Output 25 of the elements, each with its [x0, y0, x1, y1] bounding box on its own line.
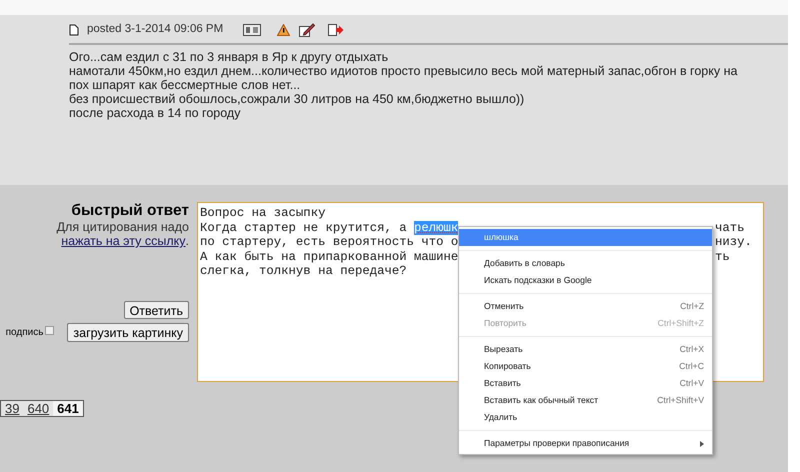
- post-text-line: Ого...сам ездил с 31 по 3 января в Яр к другу отдыхать: [69, 50, 388, 64]
- shortcut-text: Ctrl+X: [680, 342, 704, 356]
- period-text: .: [186, 234, 189, 248]
- editor-text-line: слегка, толкнув на передаче?: [200, 264, 407, 279]
- shortcut-text: Ctrl+C: [679, 360, 704, 373]
- post-text-line: пох шпарят как бессмертные слов нет...: [69, 78, 300, 92]
- shortcut-text: Ctrl+V: [680, 376, 704, 390]
- editor-text-line: по стартеру, есть вероятность что о: [200, 235, 458, 250]
- shortcut-text: Ctrl+Shift+Z: [658, 316, 704, 330]
- signature-label: подпись: [6, 326, 44, 340]
- editor-text-line: ть: [715, 250, 730, 264]
- editor-text-line: Когда стартер не крутится, а: [200, 220, 408, 236]
- quick-reply-title: быстрый ответ: [71, 202, 189, 220]
- shortcut-text: Ctrl+Z: [680, 300, 704, 313]
- editor-text-line: Вопрос на засыпку: [200, 206, 326, 221]
- post-text-line: после расхода в 14 по городу: [69, 106, 240, 120]
- post-text-line: намотали 450км,но ездил днем...количество идиотов просто превысило весь мой матерный запас,обгон в горку на: [69, 64, 738, 78]
- editor-text-line: чать: [715, 220, 745, 236]
- post-date: posted 3-1-2014 09:06 PM: [87, 22, 224, 38]
- editor-text-line: низу.: [715, 235, 752, 250]
- selected-word: релюшк: [414, 220, 458, 236]
- post-text-line: без происшествий обошлось,сожрали 30 литров на 450 км,бюджетно вышло)): [69, 92, 524, 106]
- editor-text-line: А как быть на припаркованной машине: [200, 250, 458, 264]
- shortcut-text: Ctrl+Shift+V: [657, 394, 704, 407]
- quote-hint: Для цитирования надо: [56, 220, 189, 234]
